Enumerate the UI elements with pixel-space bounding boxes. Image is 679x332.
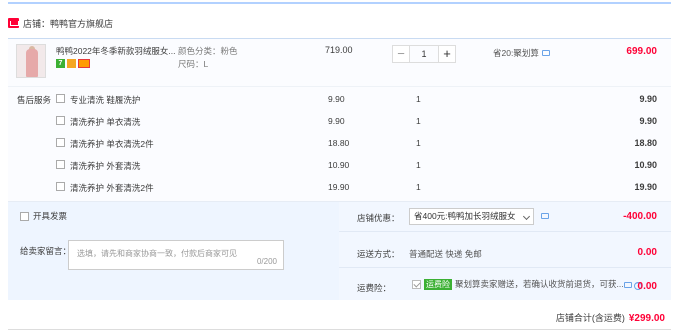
service-price: 10.90 — [328, 160, 350, 170]
shipping-row: 运送方式： 普通配送 快递 免邮 0.00 — [339, 238, 671, 268]
service-price: 9.90 — [328, 116, 345, 126]
decrease-button[interactable]: − — [392, 45, 410, 63]
service-price: 18.80 — [328, 138, 350, 148]
save-info: 省20:聚划算 — [493, 47, 550, 59]
insurance-text: 聚划算卖家赠送，若确认收货前退货，可获... — [455, 279, 624, 289]
message-placeholder: 选填，请先和商家协商一致，付款后商家可见 — [77, 249, 237, 258]
discount-select[interactable]: 省400元:鸭鸭加长羽绒服女 — [409, 208, 534, 225]
service-total: 19.90 — [634, 182, 657, 192]
service-qty: 1 — [416, 94, 421, 104]
service-row: 清洗养护 单衣清洗2件 18.80 1 18.80 — [8, 133, 671, 155]
shop-total-caption: 店铺合计(含运费) — [555, 313, 625, 323]
service-row: 清洗养护 外套清洗2件 19.90 1 19.90 — [8, 177, 671, 199]
insurance-row: 运费险： 运费险 聚划算卖家赠送，若确认收货前退货，可获... ? 0.00 — [339, 272, 671, 302]
service-price: 19.90 — [328, 182, 350, 192]
service-checkbox[interactable] — [56, 116, 65, 125]
insurance-value: 0.00 — [637, 281, 657, 292]
service-checkbox[interactable] — [56, 160, 65, 169]
product-thumbnail[interactable] — [16, 44, 46, 78]
service-total: 9.90 — [639, 94, 657, 104]
order-options-left: 开具发票 给卖家留言： 选填，请先和商家协商一致，付款后商家可见 0/200 — [8, 202, 339, 300]
product-row: 鸭鸭2022年冬季新款羽绒服女... 7 颜色分类：粉色 尺码：L 719.00… — [8, 39, 671, 87]
chat-icon[interactable] — [624, 282, 632, 288]
sku-size: 尺码：L — [178, 59, 209, 69]
save-text: 省20:聚划算 — [493, 48, 539, 58]
insurance-option[interactable]: 运费险 聚划算卖家赠送，若确认收货前退货，可获... — [412, 278, 624, 290]
service-total: 18.80 — [634, 138, 657, 148]
insurance-tag: 运费险 — [424, 278, 452, 290]
service-name: 清洗养护 外套清洗2件 — [70, 183, 154, 193]
service-row: 清洗养护 外套清洗 10.90 1 10.90 — [8, 155, 671, 177]
shipping-value: 0.00 — [637, 247, 657, 258]
discount-caption: 店铺优惠： — [357, 213, 400, 223]
chat-icon[interactable] — [541, 50, 550, 56]
message-count: 0/200 — [256, 257, 277, 266]
shop-total-value: ¥299.00 — [628, 313, 665, 324]
service-name: 清洗养护 外套清洗 — [70, 161, 141, 171]
card-icon — [78, 59, 90, 68]
quantity-input[interactable]: 1 — [410, 45, 438, 63]
top-divider — [8, 2, 671, 4]
seven-day-return-icon: 7 — [56, 59, 65, 68]
product-title[interactable]: 鸭鸭2022年冬季新款羽绒服女... — [56, 45, 176, 57]
service-checkbox[interactable] — [56, 94, 65, 103]
service-qty: 1 — [416, 182, 421, 192]
bottom-divider — [8, 329, 671, 330]
sku-color: 颜色分类：粉色 — [178, 46, 238, 56]
product-sku: 颜色分类：粉色 尺码：L — [178, 45, 238, 71]
discount-value: -400.00 — [623, 211, 657, 222]
service-qty: 1 — [416, 160, 421, 170]
shop-header: 店铺：鸭鸭官方旗舰店 — [8, 16, 113, 30]
service-checkbox[interactable] — [56, 138, 65, 147]
insurance-checkbox[interactable] — [412, 279, 421, 289]
chat-icon[interactable] — [541, 213, 549, 219]
service-name: 清洗养护 单衣清洗 — [70, 117, 141, 127]
service-row: 售后服务 专业清洗 鞋履洗护 9.90 1 9.90 — [8, 89, 671, 111]
shipping-caption: 运送方式： — [357, 249, 400, 259]
invoice-checkbox[interactable] — [20, 211, 29, 221]
shop-icon — [8, 18, 19, 28]
discount-row: 店铺优惠： 省400元:鸭鸭加长羽绒服女 -400.00 — [339, 202, 671, 232]
discount-selected: 省400元:鸭鸭加长羽绒服女 — [414, 211, 516, 221]
service-checkbox[interactable] — [56, 182, 65, 191]
message-caption: 给卖家留言： — [20, 246, 72, 256]
shipping-method: 普通配送 快递 免邮 — [409, 249, 482, 259]
order-options: 开具发票 给卖家留言： 选填，请先和商家协商一致，付款后商家可见 0/200 店… — [8, 202, 671, 300]
service-qty: 1 — [416, 116, 421, 126]
shield-icon — [67, 59, 76, 68]
service-qty: 1 — [416, 138, 421, 148]
product-badges: 7 — [56, 59, 90, 68]
invoice-label: 开具发票 — [33, 211, 68, 221]
invoice-option[interactable]: 开具发票 — [20, 210, 67, 222]
shop-total: 店铺合计(含运费) ¥299.00 — [556, 311, 665, 324]
order-items: 鸭鸭2022年冬季新款羽绒服女... 7 颜色分类：粉色 尺码：L 719.00… — [8, 38, 671, 202]
service-row: 清洗养护 单衣清洗 9.90 1 9.90 — [8, 111, 671, 133]
service-name: 专业清洗 鞋履洗护 — [70, 95, 141, 105]
service-price: 9.90 — [328, 94, 345, 104]
unit-price: 719.00 — [325, 45, 353, 55]
chevron-down-icon — [522, 212, 531, 221]
order-page: 店铺：鸭鸭官方旗舰店 鸭鸭2022年冬季新款羽绒服女... 7 颜色分类：粉色 … — [0, 0, 679, 332]
increase-button[interactable]: + — [438, 45, 456, 63]
insurance-caption: 运费险： — [357, 283, 392, 293]
shop-label[interactable]: 店铺：鸭鸭官方旗舰店 — [23, 17, 113, 30]
quantity-stepper: − 1 + — [392, 45, 456, 63]
item-total: 699.00 — [626, 46, 657, 57]
service-caption: 售后服务 — [17, 95, 52, 105]
service-total: 10.90 — [634, 160, 657, 170]
service-total: 9.90 — [639, 116, 657, 126]
message-input[interactable]: 选填，请先和商家协商一致，付款后商家可见 0/200 — [68, 240, 284, 270]
service-name: 清洗养护 单衣清洗2件 — [70, 139, 154, 149]
